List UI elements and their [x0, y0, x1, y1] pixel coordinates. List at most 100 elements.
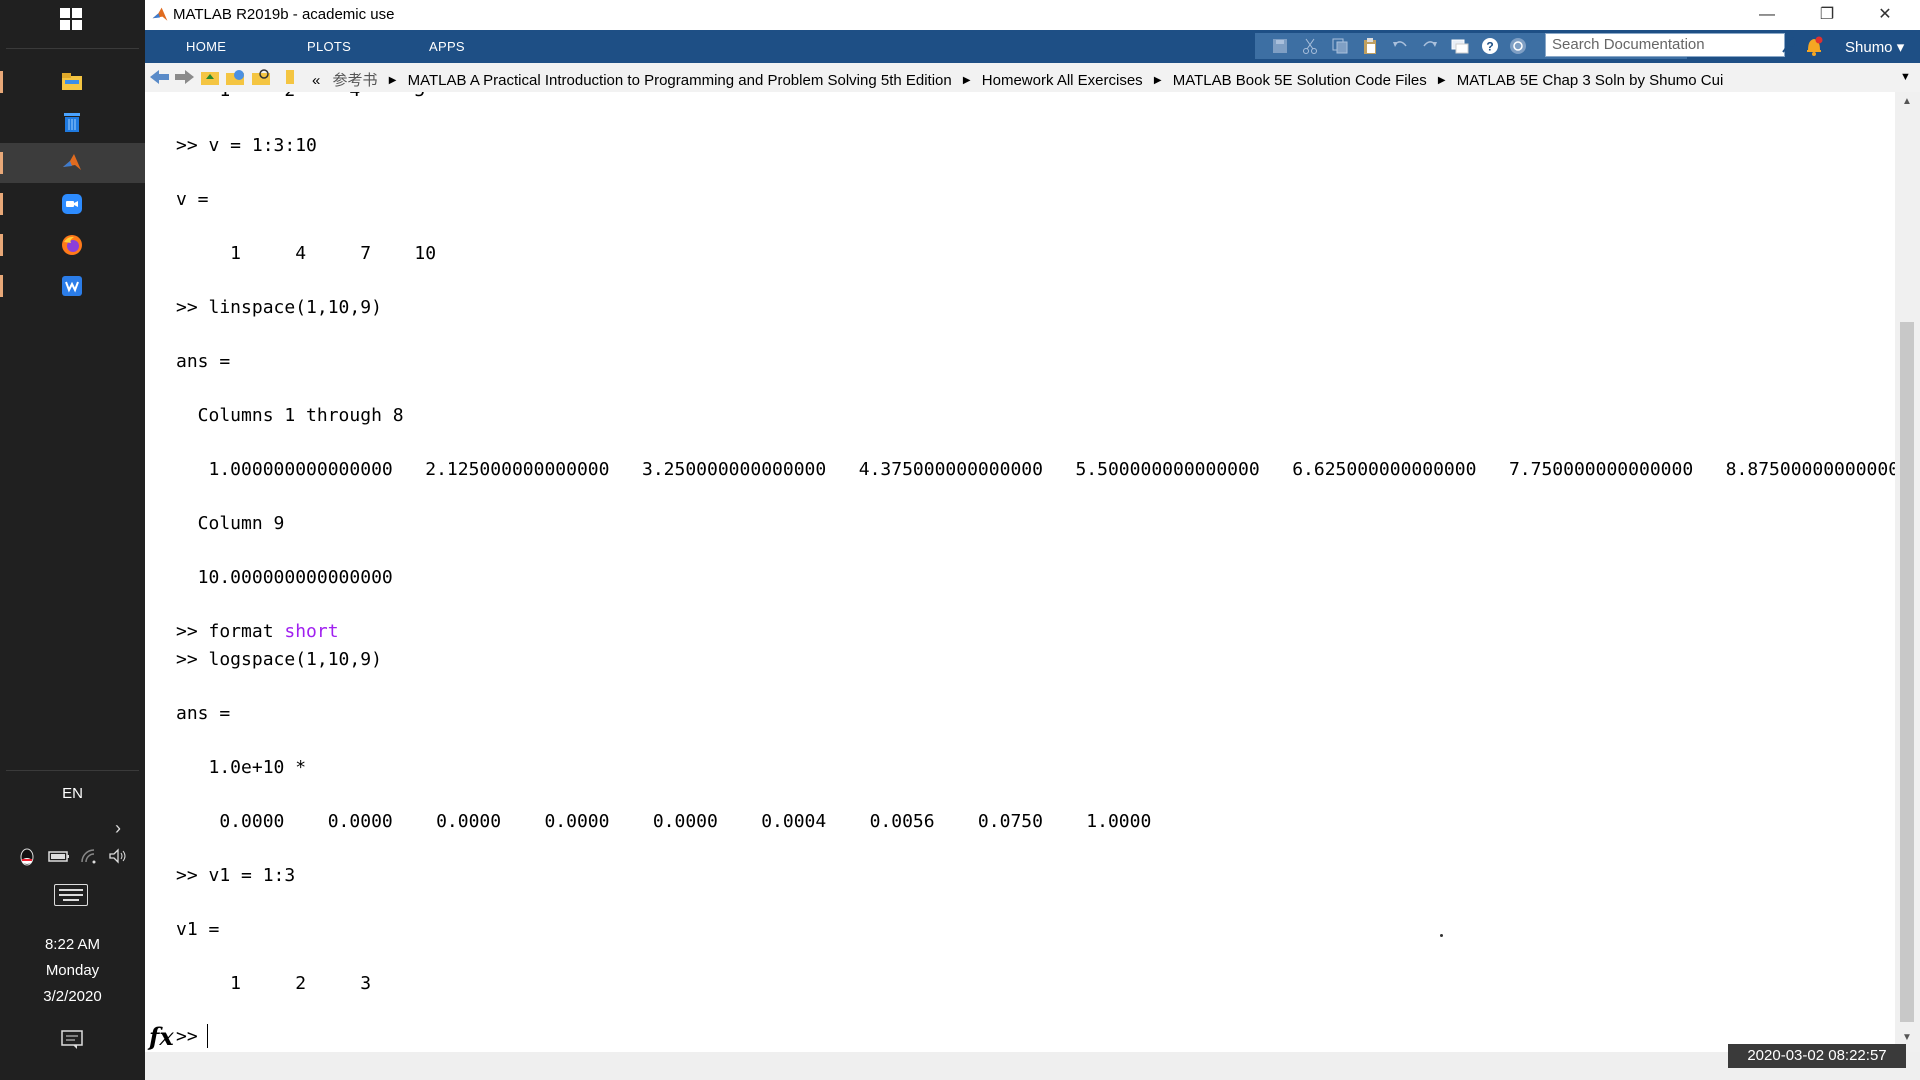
- output-line: 10.000000000000000: [176, 567, 393, 588]
- output-line: Columns 1 through 8: [176, 405, 404, 426]
- taskbar-app-zoom[interactable]: [0, 184, 145, 224]
- touch-keyboard-icon[interactable]: [54, 884, 88, 906]
- clock-date[interactable]: 3/2/2020: [0, 984, 145, 1010]
- stray-dot: [1440, 934, 1443, 937]
- command-prompt-bar[interactable]: fx >>: [145, 1020, 1895, 1054]
- taskbar-app-wps[interactable]: [0, 266, 145, 306]
- vertical-scrollbar[interactable]: ▲ ▼: [1895, 92, 1920, 1052]
- breadcrumb-separator-icon[interactable]: ▶: [963, 75, 971, 86]
- bookmark-icon[interactable]: [285, 68, 295, 86]
- taskbar-app-matlab[interactable]: [0, 143, 145, 183]
- up-one-level-icon[interactable]: [200, 68, 220, 86]
- undo-icon[interactable]: [1391, 37, 1409, 55]
- breadcrumb-item[interactable]: MATLAB A Practical Introduction to Progr…: [408, 72, 952, 89]
- matlab-logo-icon: [152, 7, 168, 21]
- back-arrow-icon[interactable]: [149, 68, 169, 86]
- cut-icon[interactable]: [1301, 37, 1319, 55]
- tab-home[interactable]: HOME: [186, 39, 226, 54]
- address-dropdown-icon[interactable]: ▼: [1900, 71, 1911, 83]
- tab-plots[interactable]: PLOTS: [307, 39, 351, 54]
- battery-icon[interactable]: [48, 848, 70, 869]
- zoom-icon: [62, 194, 82, 214]
- command-keyword: short: [284, 621, 339, 642]
- action-center-icon[interactable]: [61, 1030, 83, 1049]
- minimize-button[interactable]: —: [1737, 0, 1797, 30]
- command-line: >> v1 = 1:3: [176, 865, 296, 886]
- output-line: 1 4 7 10: [176, 243, 437, 264]
- output-line: 1.0e+10 *: [176, 757, 307, 778]
- wps-icon: [62, 276, 82, 296]
- redo-icon[interactable]: [1421, 37, 1439, 55]
- command-prompt: >>: [176, 1026, 198, 1047]
- window-title: MATLAB R2019b - academic use: [173, 6, 395, 23]
- volume-icon[interactable]: [108, 848, 128, 869]
- status-bar: [145, 1052, 1920, 1080]
- breadcrumb-separator-icon[interactable]: ▶: [1438, 75, 1446, 86]
- taskbar-app-recycle-bin[interactable]: [0, 102, 145, 142]
- clock-time[interactable]: 8:22 AM: [0, 932, 145, 958]
- qq-icon[interactable]: [18, 848, 36, 873]
- scroll-up-icon[interactable]: ▲: [1902, 96, 1912, 107]
- tab-apps[interactable]: APPS: [429, 39, 465, 54]
- command-text: >> format: [176, 621, 285, 642]
- find-files-icon[interactable]: [251, 68, 271, 86]
- notification-bell-icon[interactable]: [1805, 36, 1823, 56]
- breadcrumb-separator-icon[interactable]: ▶: [1154, 75, 1162, 86]
- command-line: >> linspace(1,10,9): [176, 297, 382, 318]
- ribbon-toolstrip: HOME PLOTS APPS ? Search Documentation S…: [145, 30, 1920, 63]
- firefox-icon: [62, 235, 82, 255]
- command-window[interactable]: 1 2 4 5 >> v = 1:3:10 v = 1 4 7 10 >> li…: [145, 92, 1895, 1052]
- breadcrumb-collapse[interactable]: «: [312, 72, 320, 89]
- language-indicator[interactable]: EN: [0, 785, 145, 802]
- wifi-icon[interactable]: [80, 848, 98, 869]
- command-line: >> logspace(1,10,9): [176, 649, 382, 670]
- recording-timestamp-overlay: 2020-03-02 08:22:57: [1728, 1044, 1906, 1068]
- close-button[interactable]: ✕: [1855, 0, 1915, 30]
- forward-arrow-icon[interactable]: [173, 68, 194, 86]
- taskbar-divider: [6, 770, 139, 771]
- breadcrumb-item[interactable]: Homework All Exercises: [982, 72, 1143, 89]
- output-line: v =: [176, 189, 209, 210]
- recycle-bin-icon: [64, 113, 80, 132]
- copy-icon[interactable]: [1331, 37, 1349, 55]
- breadcrumb-separator-icon[interactable]: ▶: [389, 75, 397, 86]
- search-documentation-input[interactable]: Search Documentation: [1545, 33, 1785, 57]
- taskbar-app-firefox[interactable]: [0, 225, 145, 265]
- current-folder-address-bar: « 参考书 ▶ MATLAB A Practical Introduction …: [145, 63, 1920, 93]
- output-line: Column 9: [176, 513, 285, 534]
- search-icon[interactable]: [1781, 36, 1799, 54]
- matlab-window: MATLAB R2019b - academic use — ❐ ✕ HOME …: [145, 0, 1920, 1080]
- output-line: 1 2 4 5: [176, 92, 425, 102]
- text-caret: [207, 1024, 208, 1048]
- svg-text:?: ?: [1486, 40, 1493, 54]
- function-browser-fx-icon[interactable]: fx: [149, 1022, 174, 1051]
- scrollbar-thumb[interactable]: [1900, 322, 1914, 1022]
- switch-windows-icon[interactable]: [1451, 37, 1469, 55]
- windows-taskbar: EN › 8:22 AM Monday 3/2/2020: [0, 0, 145, 1080]
- taskbar-app-file-explorer[interactable]: [0, 62, 145, 102]
- breadcrumb: « 参考书 ▶ MATLAB A Practical Introduction …: [312, 69, 1723, 90]
- paste-icon[interactable]: [1361, 37, 1379, 55]
- output-line: v1 =: [176, 919, 220, 940]
- help-icon[interactable]: ?: [1481, 37, 1499, 55]
- browse-folder-icon[interactable]: [225, 68, 245, 86]
- output-line: ans =: [176, 703, 231, 724]
- scroll-down-icon[interactable]: ▼: [1902, 1032, 1912, 1043]
- user-account-menu[interactable]: Shumo ▾: [1845, 38, 1904, 56]
- command-line: >> v = 1:3:10: [176, 135, 317, 156]
- show-hidden-icons-chevron-icon[interactable]: ›: [115, 818, 121, 839]
- restore-button[interactable]: ❐: [1797, 0, 1857, 30]
- title-bar[interactable]: MATLAB R2019b - academic use — ❐ ✕: [145, 0, 1920, 30]
- community-icon[interactable]: [1509, 37, 1527, 55]
- system-tray: [18, 848, 133, 874]
- output-line: 1.000000000000000 2.125000000000000 3.25…: [176, 459, 1896, 480]
- breadcrumb-item[interactable]: MATLAB Book 5E Solution Code Files: [1173, 72, 1427, 89]
- command-line: >> format short: [176, 621, 339, 643]
- windows-start-icon[interactable]: [60, 8, 84, 32]
- save-icon[interactable]: [1271, 37, 1289, 55]
- clock-day[interactable]: Monday: [0, 958, 145, 984]
- breadcrumb-item[interactable]: MATLAB 5E Chap 3 Soln by Shumo Cui: [1457, 72, 1724, 89]
- output-line: ans =: [176, 351, 231, 372]
- breadcrumb-item[interactable]: 参考书: [333, 69, 378, 90]
- matlab-icon: [63, 154, 81, 170]
